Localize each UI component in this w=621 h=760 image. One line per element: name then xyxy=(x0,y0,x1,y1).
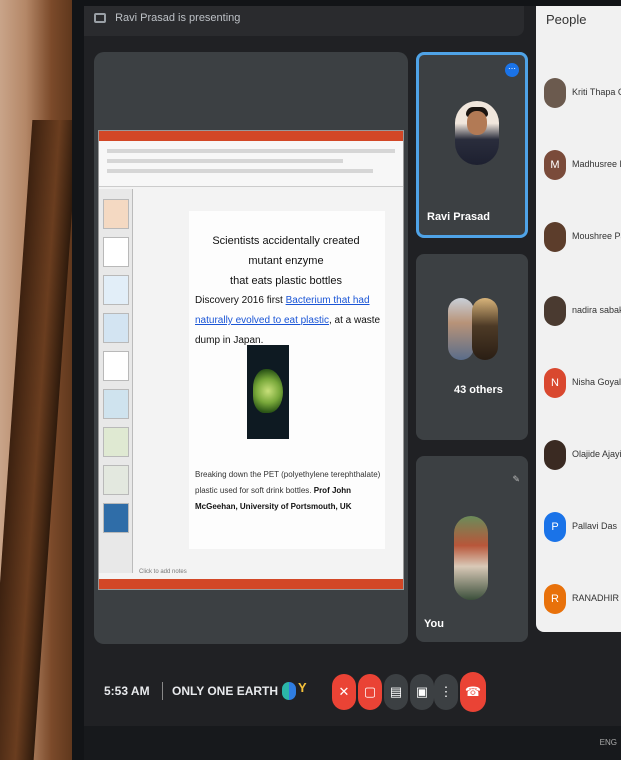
slide-thumbnail[interactable] xyxy=(103,465,129,495)
slide-discovery-text: Discovery 2016 first Bacterium that had … xyxy=(195,291,381,351)
people-list-item[interactable]: M Madhusree Dutta xyxy=(544,150,621,180)
slide-heading-line: that eats plastic bottles xyxy=(230,275,342,287)
participant-tile-self[interactable]: ✎ You xyxy=(416,456,528,642)
meeting-title: ONLY ONE EARTH xyxy=(172,684,279,698)
avatar: R xyxy=(544,584,566,614)
person-name: Moushree Pakray xyxy=(572,231,621,241)
powerpoint-window: Scientists accidentally created mutant e… xyxy=(98,130,404,590)
notes-placeholder[interactable]: Click to add notes xyxy=(139,569,187,575)
slide-heading: Scientists accidentally created mutant e… xyxy=(201,231,371,291)
people-list-item[interactable]: Moushree Pakray xyxy=(544,222,621,252)
self-name: You xyxy=(424,618,444,630)
people-list-item[interactable]: R RANADHIR CHAK xyxy=(544,584,621,614)
divider xyxy=(162,682,163,700)
people-list-item[interactable]: N Nisha Goyal xyxy=(544,368,621,398)
slide-heading-line: Scientists accidentally created mutant e… xyxy=(212,235,360,267)
camera-off-icon[interactable]: ▢ xyxy=(358,674,382,710)
others-count: 43 others xyxy=(454,384,503,396)
caption-text: Breaking down the PET (polyethylene tere… xyxy=(195,470,381,495)
presenter-name: Ravi Prasad xyxy=(427,211,490,223)
self-video xyxy=(454,516,488,600)
enzyme-image xyxy=(247,345,289,439)
person-name: Kriti Thapa Chettri xyxy=(572,87,621,97)
bottom-control-bar: 5:53 AM ONLY ONE EARTH Y ✕ ▢ ▤ ▣ ⋮ ☎ xyxy=(84,660,621,726)
participant-avatar xyxy=(472,298,498,360)
slide-thumbnails xyxy=(99,189,133,573)
people-list-item[interactable]: Kriti Thapa Chettri xyxy=(544,78,621,108)
os-taskbar: ENG xyxy=(84,726,621,760)
slide-thumbnail[interactable] xyxy=(103,199,129,229)
discovery-prefix: Discovery 2016 first xyxy=(195,295,286,306)
participant-tile-others[interactable]: 43 others xyxy=(416,254,528,440)
enzyme-structure xyxy=(253,369,283,413)
slide-thumbnail[interactable] xyxy=(103,351,129,381)
slide-thumbnail[interactable] xyxy=(103,427,129,457)
person-name: Pallavi Das xyxy=(572,521,618,531)
participant-avatar xyxy=(448,298,474,360)
slide-thumbnail[interactable] xyxy=(103,237,129,267)
mic-off-icon[interactable]: ✕ xyxy=(332,674,356,710)
person-name: RANADHIR CHAK xyxy=(572,593,621,603)
meeting-clock: 5:53 AM xyxy=(104,684,150,698)
person-name: Olajide Ajayi xyxy=(572,449,621,459)
slide-thumbnail[interactable] xyxy=(103,313,129,343)
avatar: M xyxy=(544,150,566,180)
ppt-ribbon xyxy=(99,141,403,187)
pin-icon[interactable]: ✎ xyxy=(512,474,520,485)
current-slide: Scientists accidentally created mutant e… xyxy=(189,211,385,549)
present-icon[interactable]: ▣ xyxy=(410,674,434,710)
avatar xyxy=(544,440,566,470)
more-options-icon[interactable]: ⋮ xyxy=(434,674,458,710)
people-list-item[interactable]: nadira sabaka xyxy=(544,296,621,326)
avatar: N xyxy=(544,368,566,398)
captions-icon[interactable]: ▤ xyxy=(384,674,408,710)
person-name: Nisha Goyal xyxy=(572,377,621,387)
people-panel: People Kriti Thapa Chettri M Madhusree D… xyxy=(536,6,621,632)
participant-tile-presenter[interactable]: ⋯ Ravi Prasad xyxy=(416,52,528,238)
earth-icon xyxy=(282,682,296,700)
slide-caption: Breaking down the PET (polyethylene tere… xyxy=(195,467,381,515)
slide-thumbnail[interactable] xyxy=(103,389,129,419)
presentation-tile[interactable]: Scientists accidentally created mutant e… xyxy=(94,52,408,644)
people-list-item[interactable]: Olajide Ajayi xyxy=(544,440,621,470)
sparkle-icon: Y xyxy=(298,680,307,695)
slide-thumbnail[interactable] xyxy=(103,503,129,533)
ppt-statusbar xyxy=(99,579,403,589)
avatar: P xyxy=(544,512,566,542)
ppt-titlebar xyxy=(99,131,403,141)
presenter-video xyxy=(455,101,499,165)
avatar xyxy=(544,296,566,326)
avatar xyxy=(544,78,566,108)
language-indicator[interactable]: ENG xyxy=(600,738,617,747)
hang-up-icon[interactable]: ☎ xyxy=(460,672,486,712)
more-vert-icon[interactable]: ⋯ xyxy=(505,63,519,77)
presenting-banner: Ravi Prasad is presenting xyxy=(84,6,524,36)
person-name: nadira sabaka xyxy=(572,305,621,315)
person-name: Madhusree Dutta xyxy=(572,159,621,169)
meet-window: Ravi Prasad is presenting Scientists acc… xyxy=(84,6,621,726)
people-title: People xyxy=(546,12,587,27)
slide-thumbnail[interactable] xyxy=(103,275,129,305)
avatar xyxy=(544,222,566,252)
presenting-icon xyxy=(94,13,106,24)
people-list-item[interactable]: P Pallavi Das xyxy=(544,512,621,542)
presenting-text: Ravi Prasad is presenting xyxy=(115,12,241,24)
